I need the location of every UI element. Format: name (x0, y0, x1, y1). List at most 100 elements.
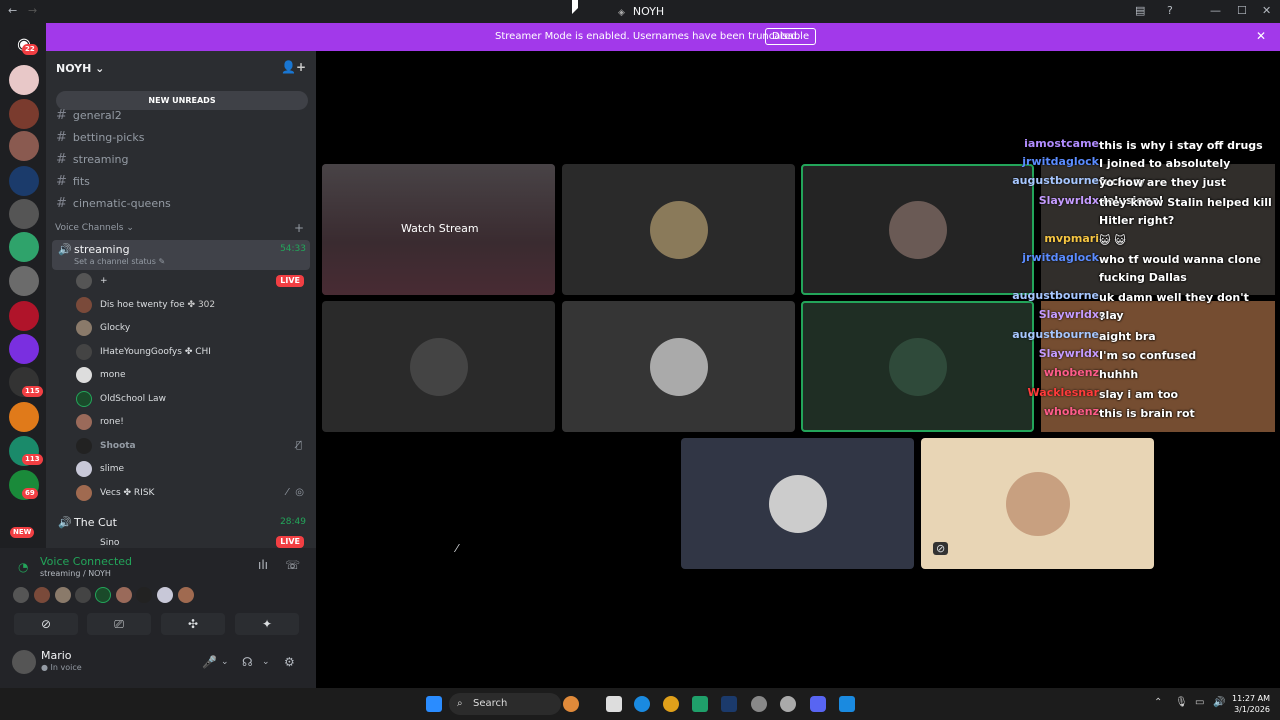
voice-user[interactable]: Vecs ✤ RISK ⁄ ◎ (76, 483, 308, 505)
avatar (76, 344, 92, 360)
task-view-icon[interactable] (606, 696, 622, 712)
forward-arrow-icon[interactable]: → (28, 4, 37, 17)
server-icon[interactable] (9, 334, 39, 364)
chevron-down-icon[interactable]: ⌄ (221, 657, 229, 667)
close-window-icon[interactable]: ✕ (1262, 4, 1271, 17)
disable-streamer-mode-button[interactable]: Disable (765, 28, 817, 45)
camera-off-button[interactable]: ⊘ (14, 613, 78, 635)
chevron-down-icon[interactable]: ⌄ (262, 657, 270, 667)
voice-connected-label[interactable]: Voice Connected (40, 555, 132, 568)
server-icon[interactable] (9, 131, 39, 161)
windows-start-icon[interactable] (426, 696, 442, 712)
channel-streaming[interactable]: # streaming (56, 152, 128, 167)
inbox-icon[interactable]: ▤ (1135, 4, 1145, 17)
avatar[interactable] (55, 587, 71, 603)
avatar[interactable] (12, 650, 36, 674)
participant-tile[interactable] (562, 164, 795, 295)
minimize-icon[interactable]: — (1210, 4, 1221, 17)
participant-tile[interactable] (801, 164, 1034, 295)
volume-icon[interactable]: 🔊 (1213, 697, 1225, 708)
server-icon[interactable] (9, 301, 39, 331)
watch-stream-button[interactable]: Watch Stream (401, 222, 479, 235)
server-icon[interactable] (9, 402, 39, 432)
avatar[interactable] (178, 587, 194, 603)
add-channel-icon[interactable]: + (294, 221, 304, 235)
chrome-icon[interactable] (663, 696, 679, 712)
avatar[interactable] (157, 587, 173, 603)
voice-category[interactable]: Voice Channels ⌄ (55, 223, 134, 233)
voice-user[interactable]: mone (76, 365, 308, 387)
channel-general2[interactable]: # general2 (56, 108, 122, 123)
back-arrow-icon[interactable]: ← (8, 4, 17, 17)
participant-tile[interactable] (562, 301, 795, 432)
channel-status[interactable]: Set a channel status ✎ (74, 257, 165, 266)
voice-user[interactable]: Sino LIVE (76, 535, 308, 548)
maximize-icon[interactable]: ☐ (1237, 4, 1247, 17)
headphones-icon[interactable]: ☊ (242, 655, 253, 669)
user-name[interactable]: Mario (41, 649, 72, 662)
participant-tile[interactable]: ⊘ (921, 438, 1154, 569)
search-icon: ⌕ (457, 698, 463, 709)
app-icon[interactable] (692, 696, 708, 712)
voice-channel-streaming[interactable]: 🔊 streaming 54:33 Set a channel status ✎ (52, 240, 310, 270)
participant-tile[interactable] (801, 301, 1034, 432)
disconnect-icon[interactable]: ☏ (285, 558, 300, 572)
app-icon[interactable] (780, 696, 796, 712)
voice-user-name: Vecs ✤ RISK (100, 488, 154, 498)
channel-cinematic-queens[interactable]: # cinematic-queens (56, 196, 171, 211)
voice-channel-time: 28:49 (280, 517, 306, 527)
activities-button[interactable]: ✣ (161, 613, 225, 635)
voice-location[interactable]: streaming / NOYH (40, 569, 111, 578)
avatar (1005, 471, 1070, 536)
widgets-icon[interactable] (563, 696, 579, 712)
add-user-icon[interactable]: 👤+ (281, 60, 306, 74)
app-icon[interactable] (751, 696, 767, 712)
voice-user[interactable]: rone! (76, 412, 308, 434)
tray-chevron-icon[interactable]: ⌃ (1154, 697, 1162, 708)
server-icon[interactable] (9, 199, 39, 229)
avatar[interactable] (75, 587, 91, 603)
steam-icon[interactable] (721, 696, 737, 712)
mic-icon[interactable]: 🎤 (202, 655, 217, 669)
edge-icon[interactable] (634, 696, 650, 712)
muted-mic-icon: ⁄ (286, 487, 288, 498)
voice-user[interactable]: Shoota 🎙̸ (76, 436, 308, 458)
voice-user[interactable]: slime (76, 459, 308, 481)
mic-tray-icon[interactable]: 🎙 (1175, 697, 1188, 708)
voice-user-name: + (100, 276, 108, 286)
channel-label: general2 (72, 109, 122, 122)
participant-tile[interactable] (681, 438, 914, 569)
avatar[interactable] (136, 587, 152, 603)
avatar[interactable] (34, 587, 50, 603)
app-icon[interactable] (839, 696, 855, 712)
soundboard-button[interactable]: ✦ (235, 613, 299, 635)
avatar[interactable] (13, 587, 29, 603)
avatar[interactable] (116, 587, 132, 603)
noise-suppression-icon[interactable]: ılı (258, 558, 268, 572)
server-icon[interactable] (9, 65, 39, 95)
channel-betting-picks[interactable]: # betting-picks (56, 130, 144, 145)
voice-user[interactable]: IHateYoungGoofys ✤ CHI (76, 342, 308, 364)
screen-share-button[interactable]: ⎚ (87, 613, 151, 635)
voice-user[interactable]: Dis hoe twenty foe ✤ 302 (76, 295, 308, 317)
taskbar-clock[interactable]: 11:27 AM 3/1/2026 (1230, 693, 1270, 715)
avatar[interactable] (95, 587, 111, 603)
server-icon[interactable] (9, 166, 39, 196)
server-icon[interactable] (9, 232, 39, 262)
guild-header[interactable]: NOYH ⌄ 👤+ (46, 51, 316, 85)
server-icon[interactable] (9, 266, 39, 296)
gear-icon[interactable]: ⚙ (284, 655, 295, 669)
help-icon[interactable]: ? (1167, 4, 1173, 17)
server-icon[interactable] (9, 99, 39, 129)
channel-fits[interactable]: # fits (56, 174, 90, 189)
voice-user[interactable]: OldSchool Law (76, 389, 308, 411)
network-icon[interactable]: ▭ (1195, 697, 1204, 708)
participant-tile[interactable] (322, 301, 555, 432)
participant-tile[interactable]: ⁄ (442, 438, 675, 569)
chat-username: iamostcame (1024, 137, 1099, 150)
voice-user[interactable]: Glocky (76, 318, 308, 340)
close-banner-icon[interactable]: ✕ (1256, 29, 1266, 43)
discord-taskbar-icon[interactable] (810, 696, 826, 712)
voice-user[interactable]: + LIVE (76, 271, 308, 293)
taskbar-search[interactable]: ⌕ Search (449, 693, 561, 715)
